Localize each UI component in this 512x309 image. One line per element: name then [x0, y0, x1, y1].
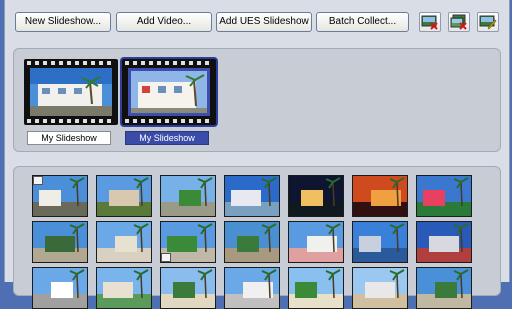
image-thumbnail[interactable] [352, 175, 408, 217]
image-thumbnail[interactable] [32, 267, 88, 309]
image-thumbnail[interactable] [32, 175, 88, 217]
slideshow-cover-image [128, 68, 210, 116]
thumbnail-image [225, 268, 279, 308]
toolbar: New Slideshow... Add Video... Add UES Sl… [5, 0, 511, 42]
thumbnail-image [33, 268, 87, 308]
thumbnail-image [417, 176, 471, 216]
image-thumbnail[interactable] [352, 221, 408, 263]
image-thumbnail[interactable] [416, 175, 472, 217]
image-thumbnail[interactable] [416, 267, 472, 309]
image-thumbnail[interactable] [288, 221, 344, 263]
thumbnail-image [289, 268, 343, 308]
image-thumbnail[interactable] [160, 221, 216, 263]
image-thumbnail[interactable] [224, 267, 280, 309]
music-note-icon [161, 253, 171, 262]
new-slideshow-button[interactable]: New Slideshow... [15, 12, 111, 32]
add-video-button[interactable]: Add Video... [116, 12, 212, 32]
image-thumbnail[interactable] [224, 175, 280, 217]
image-thumbnail[interactable] [96, 175, 152, 217]
thumbnail-image [353, 268, 407, 308]
batch-collect-button[interactable]: Batch Collect... [316, 12, 409, 32]
remove-slideshow-icon[interactable] [448, 12, 470, 32]
remove-image-icon[interactable] [419, 12, 441, 32]
thumbnail-image [417, 222, 471, 262]
filmstrip-thumbnail[interactable] [122, 59, 216, 125]
thumbnail-image [289, 176, 343, 216]
images-panel [13, 166, 501, 309]
thumbnail-image [97, 222, 151, 262]
slideshow-cover-image [30, 68, 112, 116]
image-thumbnail[interactable] [224, 221, 280, 263]
thumbnail-image [353, 222, 407, 262]
thumbnail-image [225, 222, 279, 262]
slideshow-name-label[interactable]: My Slideshow [125, 131, 209, 145]
thumbnail-image [33, 222, 87, 262]
thumbnail-image [289, 222, 343, 262]
image-thumbnail[interactable] [160, 267, 216, 309]
image-thumbnail[interactable] [96, 267, 152, 309]
thumbnail-image [417, 268, 471, 308]
audio-icon [33, 176, 43, 185]
image-thumbnail[interactable] [32, 221, 88, 263]
image-thumbnail[interactable] [160, 175, 216, 217]
image-thumbnail[interactable] [352, 267, 408, 309]
thumbnail-image [225, 176, 279, 216]
image-thumbnail[interactable] [416, 221, 472, 263]
add-ues-slideshow-button[interactable]: Add UES Slideshow [216, 12, 312, 32]
image-thumbnail[interactable] [288, 267, 344, 309]
thumbnail-image [97, 176, 151, 216]
thumbnail-image [97, 268, 151, 308]
slideshows-panel: My Slideshow My Slideshow [13, 48, 501, 152]
edit-image-icon[interactable] [477, 12, 499, 32]
slideshow-name-label[interactable]: My Slideshow [27, 131, 111, 145]
thumbnail-image [353, 176, 407, 216]
slideshow-manager-window: New Slideshow... Add Video... Add UES Sl… [4, 0, 511, 309]
thumbnail-image [161, 176, 215, 216]
image-thumbnail[interactable] [96, 221, 152, 263]
filmstrip-thumbnail[interactable] [24, 59, 118, 125]
image-thumbnail[interactable] [288, 175, 344, 217]
thumbnail-image [161, 268, 215, 308]
